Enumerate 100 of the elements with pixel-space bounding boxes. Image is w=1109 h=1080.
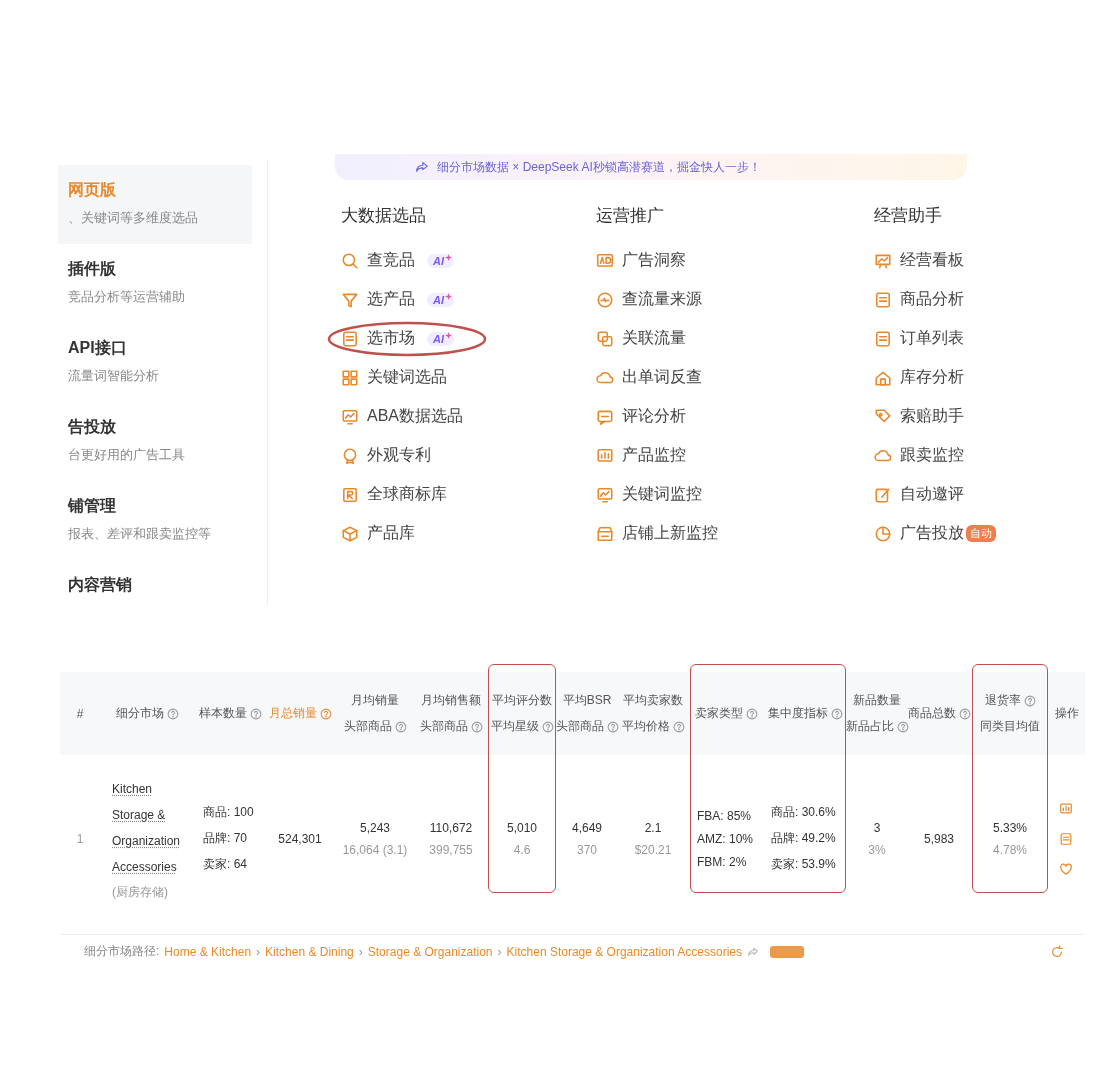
help-icon[interactable] (394, 720, 407, 733)
table-cell: 卖家: 53.9% (771, 856, 836, 873)
pie-icon (874, 524, 892, 543)
square-icon (341, 485, 359, 504)
menu-item[interactable]: ABA数据选品 (367, 406, 463, 427)
link-icon (596, 329, 614, 348)
sidebar-item-title[interactable]: 插件版 (68, 259, 116, 280)
menu-item[interactable]: 广告洞察 (622, 250, 686, 271)
column-header[interactable]: 样本数量 (198, 705, 247, 722)
table-cell: 3 (873, 820, 881, 835)
help-icon[interactable] (470, 720, 483, 733)
table-cell-secondary: 3% (868, 842, 886, 857)
column-header[interactable]: 卖家类型 (694, 705, 743, 722)
sidebar-item-title[interactable]: API接口 (68, 338, 127, 359)
sidebar-item-title[interactable]: 内容营销 (68, 575, 132, 596)
menu-item[interactable]: 店铺上新监控 (622, 523, 718, 544)
column-header[interactable]: 头部商品 (419, 718, 468, 735)
menu-item[interactable]: 关键词监控 (622, 484, 702, 505)
column-header[interactable]: 月均销售额 (421, 692, 481, 709)
table-cell-secondary: 16,064 (3.1) (342, 842, 408, 857)
help-icon[interactable] (167, 707, 179, 720)
document-icon (874, 290, 892, 309)
menu-item[interactable]: 评论分析 (622, 406, 686, 427)
column-header[interactable]: 操作 (1055, 705, 1079, 722)
column-header[interactable]: 头部商品 (555, 718, 604, 735)
column-header[interactable]: 细分市场 (116, 705, 164, 722)
monitor-icon (341, 407, 359, 426)
table-cell: 5,983 (924, 831, 954, 846)
menu-group-title: 经营助手 (874, 205, 942, 227)
help-icon[interactable] (672, 720, 685, 733)
column-header[interactable]: 月均销量 (351, 692, 399, 709)
table-cell-secondary: 4.78% (993, 842, 1027, 857)
help-icon[interactable] (745, 707, 758, 720)
menu-item[interactable]: 全球商标库 (367, 484, 447, 505)
share-icon (415, 160, 429, 174)
help-icon[interactable] (319, 707, 332, 720)
help-icon[interactable] (541, 720, 554, 733)
column-header[interactable]: 同类目均值 (980, 718, 1040, 735)
menu-item[interactable]: 查竞品 (367, 250, 415, 271)
column-header[interactable]: 平均卖家数 (623, 692, 683, 709)
market-name-link[interactable]: Kitchen Storage & Organization Accessories (112, 776, 192, 880)
table-cell: 品牌: 70 (203, 830, 247, 847)
help-icon[interactable] (958, 707, 971, 720)
ad-board-icon (596, 251, 614, 270)
help-icon[interactable] (830, 707, 843, 720)
column-header[interactable]: # (76, 706, 84, 721)
help-icon[interactable] (1023, 694, 1036, 707)
refresh-icon[interactable] (1050, 944, 1064, 959)
menu-item[interactable]: 广告投放 (900, 523, 964, 544)
menu-item[interactable]: 经营看板 (900, 250, 964, 271)
box-icon (341, 524, 359, 543)
ai-badge: AI (427, 292, 454, 307)
path-separator: › (256, 944, 261, 959)
column-header[interactable]: 平均星级 (490, 718, 539, 735)
menu-item[interactable]: 关联流量 (622, 328, 686, 349)
sidebar-item-highlight[interactable]: 网页版 、关键词等多维度选品 (58, 165, 252, 244)
column-header[interactable]: 头部商品 (343, 718, 392, 735)
menu-item[interactable]: 索赔助手 (900, 406, 964, 427)
menu-item[interactable]: 选产品 (367, 289, 415, 310)
menu-item[interactable]: 订单列表 (900, 328, 964, 349)
table-cell: 5,243 (360, 820, 390, 835)
table-cell: FBM: 2% (697, 854, 747, 869)
promo-banner[interactable]: 细分市场数据 × DeepSeek AI秒锁高潜赛道，掘金快人一步！ (335, 154, 967, 180)
menu-item[interactable]: 产品库 (367, 523, 415, 544)
menu-item[interactable]: 查流量来源 (622, 289, 702, 310)
help-icon[interactable] (606, 720, 619, 733)
column-header[interactable]: 商品总数 (907, 705, 956, 722)
menu-item[interactable]: 外观专利 (367, 445, 431, 466)
column-header[interactable]: 平均价格 (621, 718, 670, 735)
column-header[interactable]: 平均评分数 (492, 692, 552, 709)
market-translation: (厨房存储) (112, 884, 168, 901)
menu-item[interactable]: 库存分析 (900, 367, 964, 388)
banner-text: 细分市场数据 × DeepSeek AI秒锁高潜赛道，掘金快人一步！ (437, 158, 761, 176)
help-icon[interactable] (896, 720, 909, 733)
heart-icon[interactable] (1059, 861, 1073, 876)
document-icon[interactable] (1059, 831, 1073, 846)
ai-badge: AI (427, 253, 454, 268)
menu-item[interactable]: 产品监控 (622, 445, 686, 466)
bar-chart-icon[interactable] (1059, 801, 1073, 816)
column-header[interactable]: 新品占比 (845, 718, 894, 735)
column-header[interactable]: 平均BSR (562, 692, 612, 709)
menu-item[interactable]: 关键词选品 (367, 367, 447, 388)
path-separator: › (497, 944, 502, 959)
sidebar-item-title[interactable]: 告投放 (68, 417, 116, 438)
menu-item[interactable]: 跟卖监控 (900, 445, 964, 466)
table-cell: 商品: 100 (203, 804, 254, 821)
help-icon[interactable] (249, 707, 262, 720)
menu-item[interactable]: 选市场 (367, 328, 415, 349)
menu-group-title: 大数据选品 (341, 205, 426, 227)
column-header[interactable]: 退货率 (984, 692, 1021, 709)
sidebar-item-title[interactable]: 铺管理 (68, 496, 116, 517)
column-header[interactable]: 集中度指标 (767, 705, 828, 722)
store-icon (596, 524, 614, 543)
menu-item[interactable]: 自动邀评 (900, 484, 964, 505)
table-cell: 5.33% (993, 820, 1027, 835)
menu-item[interactable]: 出单词反查 (622, 367, 702, 388)
share-icon (747, 945, 759, 958)
menu-item[interactable]: 商品分析 (900, 289, 964, 310)
column-header[interactable]: 新品数量 (853, 692, 901, 709)
bar-chart-icon (596, 446, 614, 465)
